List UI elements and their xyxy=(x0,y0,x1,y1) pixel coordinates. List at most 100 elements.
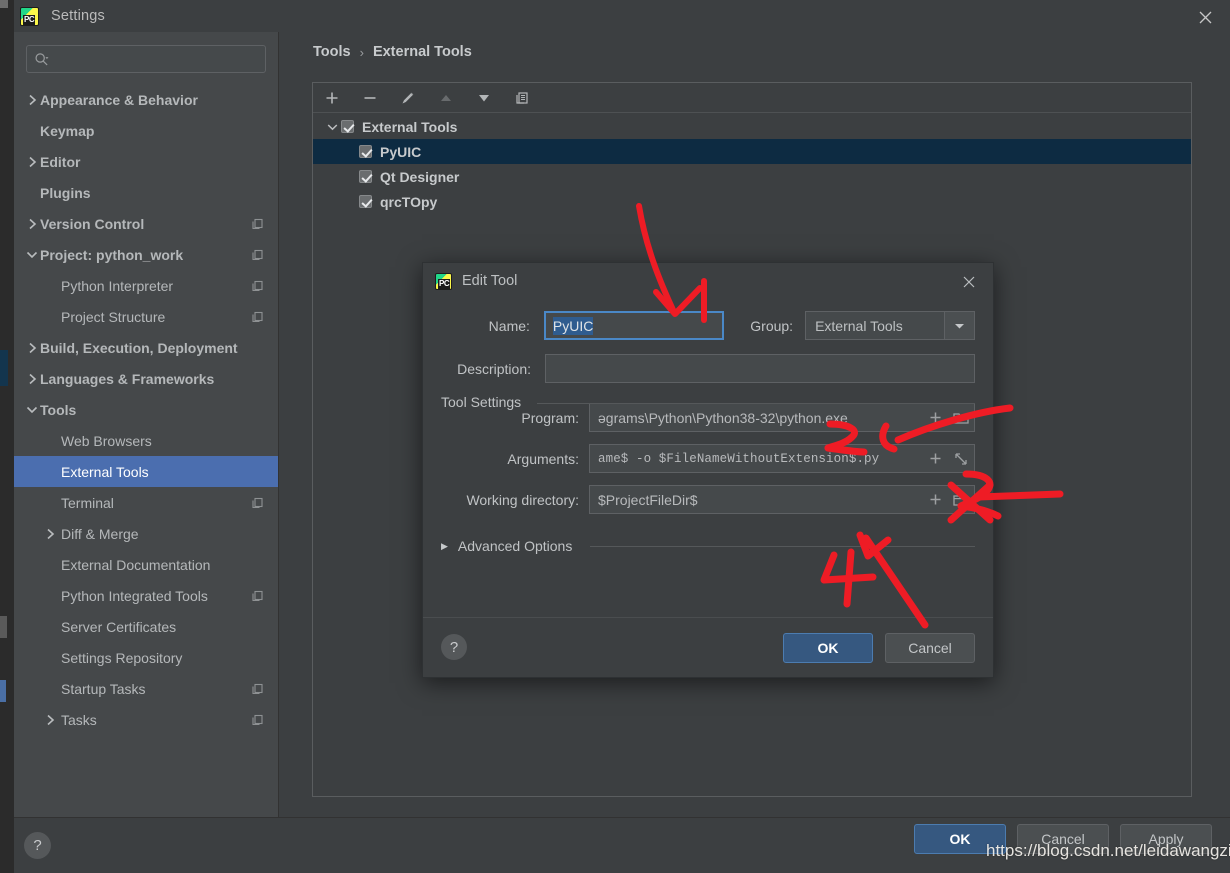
copy-button[interactable] xyxy=(511,87,533,109)
background-artifact xyxy=(0,680,6,702)
name-field[interactable]: PyUIC xyxy=(543,311,724,340)
description-row: Description: xyxy=(441,354,975,383)
tool-settings-group: Tool Settings Program: ǝgrams\Python\Pyt… xyxy=(441,394,975,514)
arguments-field-value: ame$ -o $FileNameWithoutExtension$.py xyxy=(598,451,880,466)
checkbox[interactable] xyxy=(359,170,372,183)
checkbox[interactable] xyxy=(359,195,372,208)
sidebar-item-build-execution-deployment[interactable]: Build, Execution, Deployment xyxy=(14,332,278,363)
advanced-options-divider xyxy=(590,545,975,547)
pycharm-logo-icon xyxy=(20,6,39,26)
project-scope-icon xyxy=(251,310,264,323)
sidebar-item-tools[interactable]: Tools xyxy=(14,394,278,425)
close-icon[interactable] xyxy=(1194,6,1216,28)
program-label: Program: xyxy=(521,409,579,426)
cancel-button[interactable]: Cancel xyxy=(885,633,975,663)
sidebar-item-languages-frameworks[interactable]: Languages & Frameworks xyxy=(14,363,278,394)
insert-macro-button[interactable] xyxy=(922,404,948,431)
add-button[interactable] xyxy=(321,87,343,109)
help-icon[interactable]: ? xyxy=(24,832,51,859)
move-up-button[interactable] xyxy=(435,87,457,109)
external-tools-toolbar xyxy=(313,83,1191,113)
checkbox[interactable] xyxy=(359,145,372,158)
expand-editor-button[interactable] xyxy=(948,445,974,472)
edit-tool-buttons: OK Cancel xyxy=(783,633,975,663)
sidebar-item-tasks[interactable]: Tasks xyxy=(14,704,278,735)
external-tools-tree: External Tools PyUIC Qt Designer qrcTOpy xyxy=(313,113,1191,214)
sidebar-item-terminal[interactable]: Terminal xyxy=(14,487,278,518)
sidebar-item-diff-merge[interactable]: Diff & Merge xyxy=(14,518,278,549)
tool-tree-row[interactable]: Qt Designer xyxy=(313,164,1191,189)
arguments-row: Arguments: ame$ -o $FileNameWithoutExten… xyxy=(441,444,975,473)
sidebar-item-editor[interactable]: Editor xyxy=(14,146,278,177)
sidebar-item-label: Tools xyxy=(40,401,77,418)
screenshot-root: Settings Appearance & Behavior Keymap Edit… xyxy=(0,0,1230,873)
browse-button[interactable] xyxy=(948,486,974,513)
edit-button[interactable] xyxy=(397,87,419,109)
pycharm-logo-icon xyxy=(435,272,452,290)
description-field[interactable] xyxy=(545,354,975,383)
search-icon xyxy=(35,52,49,65)
sidebar-item-appearance-behavior[interactable]: Appearance & Behavior xyxy=(14,84,278,115)
arguments-label: Arguments: xyxy=(507,450,579,467)
settings-sidebar: Appearance & Behavior Keymap Editor Plugins… xyxy=(14,32,279,817)
chevron-down-icon[interactable] xyxy=(323,123,341,131)
folder-icon xyxy=(953,494,969,506)
chevron-right-icon xyxy=(42,528,58,540)
checkbox[interactable] xyxy=(341,120,354,133)
tool-tree-row[interactable]: qrcTOpy xyxy=(313,189,1191,214)
search-input[interactable] xyxy=(54,50,258,68)
chevron-right-icon xyxy=(24,218,40,230)
working-directory-field[interactable]: $ProjectFileDir$ xyxy=(589,485,975,514)
sidebar-item-external-tools[interactable]: External Tools xyxy=(14,456,278,487)
sidebar-item-label: Languages & Frameworks xyxy=(40,370,215,387)
sidebar-item-python-interpreter[interactable]: Python Interpreter xyxy=(14,270,278,301)
insert-macro-button[interactable] xyxy=(922,486,948,513)
sidebar-item-server-certificates[interactable]: Server Certificates xyxy=(14,611,278,642)
sidebar-item-plugins[interactable]: Plugins xyxy=(14,177,278,208)
sidebar-item-version-control[interactable]: Version Control xyxy=(14,208,278,239)
chevron-right-icon xyxy=(24,373,40,385)
chevron-right-icon xyxy=(24,342,40,354)
move-down-button[interactable] xyxy=(473,87,495,109)
ok-button[interactable]: OK xyxy=(783,633,873,663)
sidebar-item-web-browsers[interactable]: Web Browsers xyxy=(14,425,278,456)
window-title: Settings xyxy=(51,8,105,24)
program-field[interactable]: ǝgrams\Python\Python38-32\python.exe xyxy=(589,403,975,432)
background-artifact xyxy=(0,616,7,638)
remove-button[interactable] xyxy=(359,87,381,109)
browse-button[interactable] xyxy=(948,404,974,431)
folder-icon xyxy=(953,412,969,424)
name-row: Name: PyUIC Group: External Tools xyxy=(441,311,976,340)
tool-tree-label: PyUIC xyxy=(380,143,422,160)
sidebar-item-keymap[interactable]: Keymap xyxy=(14,115,278,146)
close-icon[interactable] xyxy=(959,272,979,292)
help-icon[interactable]: ? xyxy=(441,634,467,660)
tool-tree-row[interactable]: PyUIC xyxy=(313,139,1191,164)
title-bar: Settings xyxy=(14,0,1230,32)
edit-tool-title: Edit Tool xyxy=(462,273,518,289)
advanced-options-label: Advanced Options xyxy=(457,538,573,554)
search-box[interactable] xyxy=(26,45,266,73)
sidebar-item-python-integrated-tools[interactable]: Python Integrated Tools xyxy=(14,580,278,611)
sidebar-item-startup-tasks[interactable]: Startup Tasks xyxy=(14,673,278,704)
project-scope-icon xyxy=(251,682,264,695)
sidebar-item-label: Terminal xyxy=(61,494,114,511)
breadcrumb-parent[interactable]: Tools xyxy=(313,44,351,60)
plus-icon xyxy=(326,92,338,103)
sidebar-item-project-python-work[interactable]: Project: python_work xyxy=(14,239,278,270)
triangle-up-icon xyxy=(441,94,451,101)
close-glyph xyxy=(963,276,975,288)
chevron-down-icon[interactable] xyxy=(944,312,975,339)
sidebar-item-settings-repository[interactable]: Settings Repository xyxy=(14,642,278,673)
sidebar-item-label: Editor xyxy=(40,153,81,170)
project-scope-icon xyxy=(251,217,264,230)
insert-macro-button[interactable] xyxy=(922,445,948,472)
tool-tree-row[interactable]: External Tools xyxy=(313,114,1191,139)
sidebar-item-label: Plugins xyxy=(40,184,91,201)
sidebar-item-label: Diff & Merge xyxy=(61,525,139,542)
arguments-field[interactable]: ame$ -o $FileNameWithoutExtension$.py xyxy=(589,444,975,473)
advanced-options-toggle[interactable]: ▶ Advanced Options xyxy=(441,538,975,554)
sidebar-item-project-structure[interactable]: Project Structure xyxy=(14,301,278,332)
group-dropdown[interactable]: External Tools xyxy=(805,311,976,340)
sidebar-item-external-documentation[interactable]: External Documentation xyxy=(14,549,278,580)
